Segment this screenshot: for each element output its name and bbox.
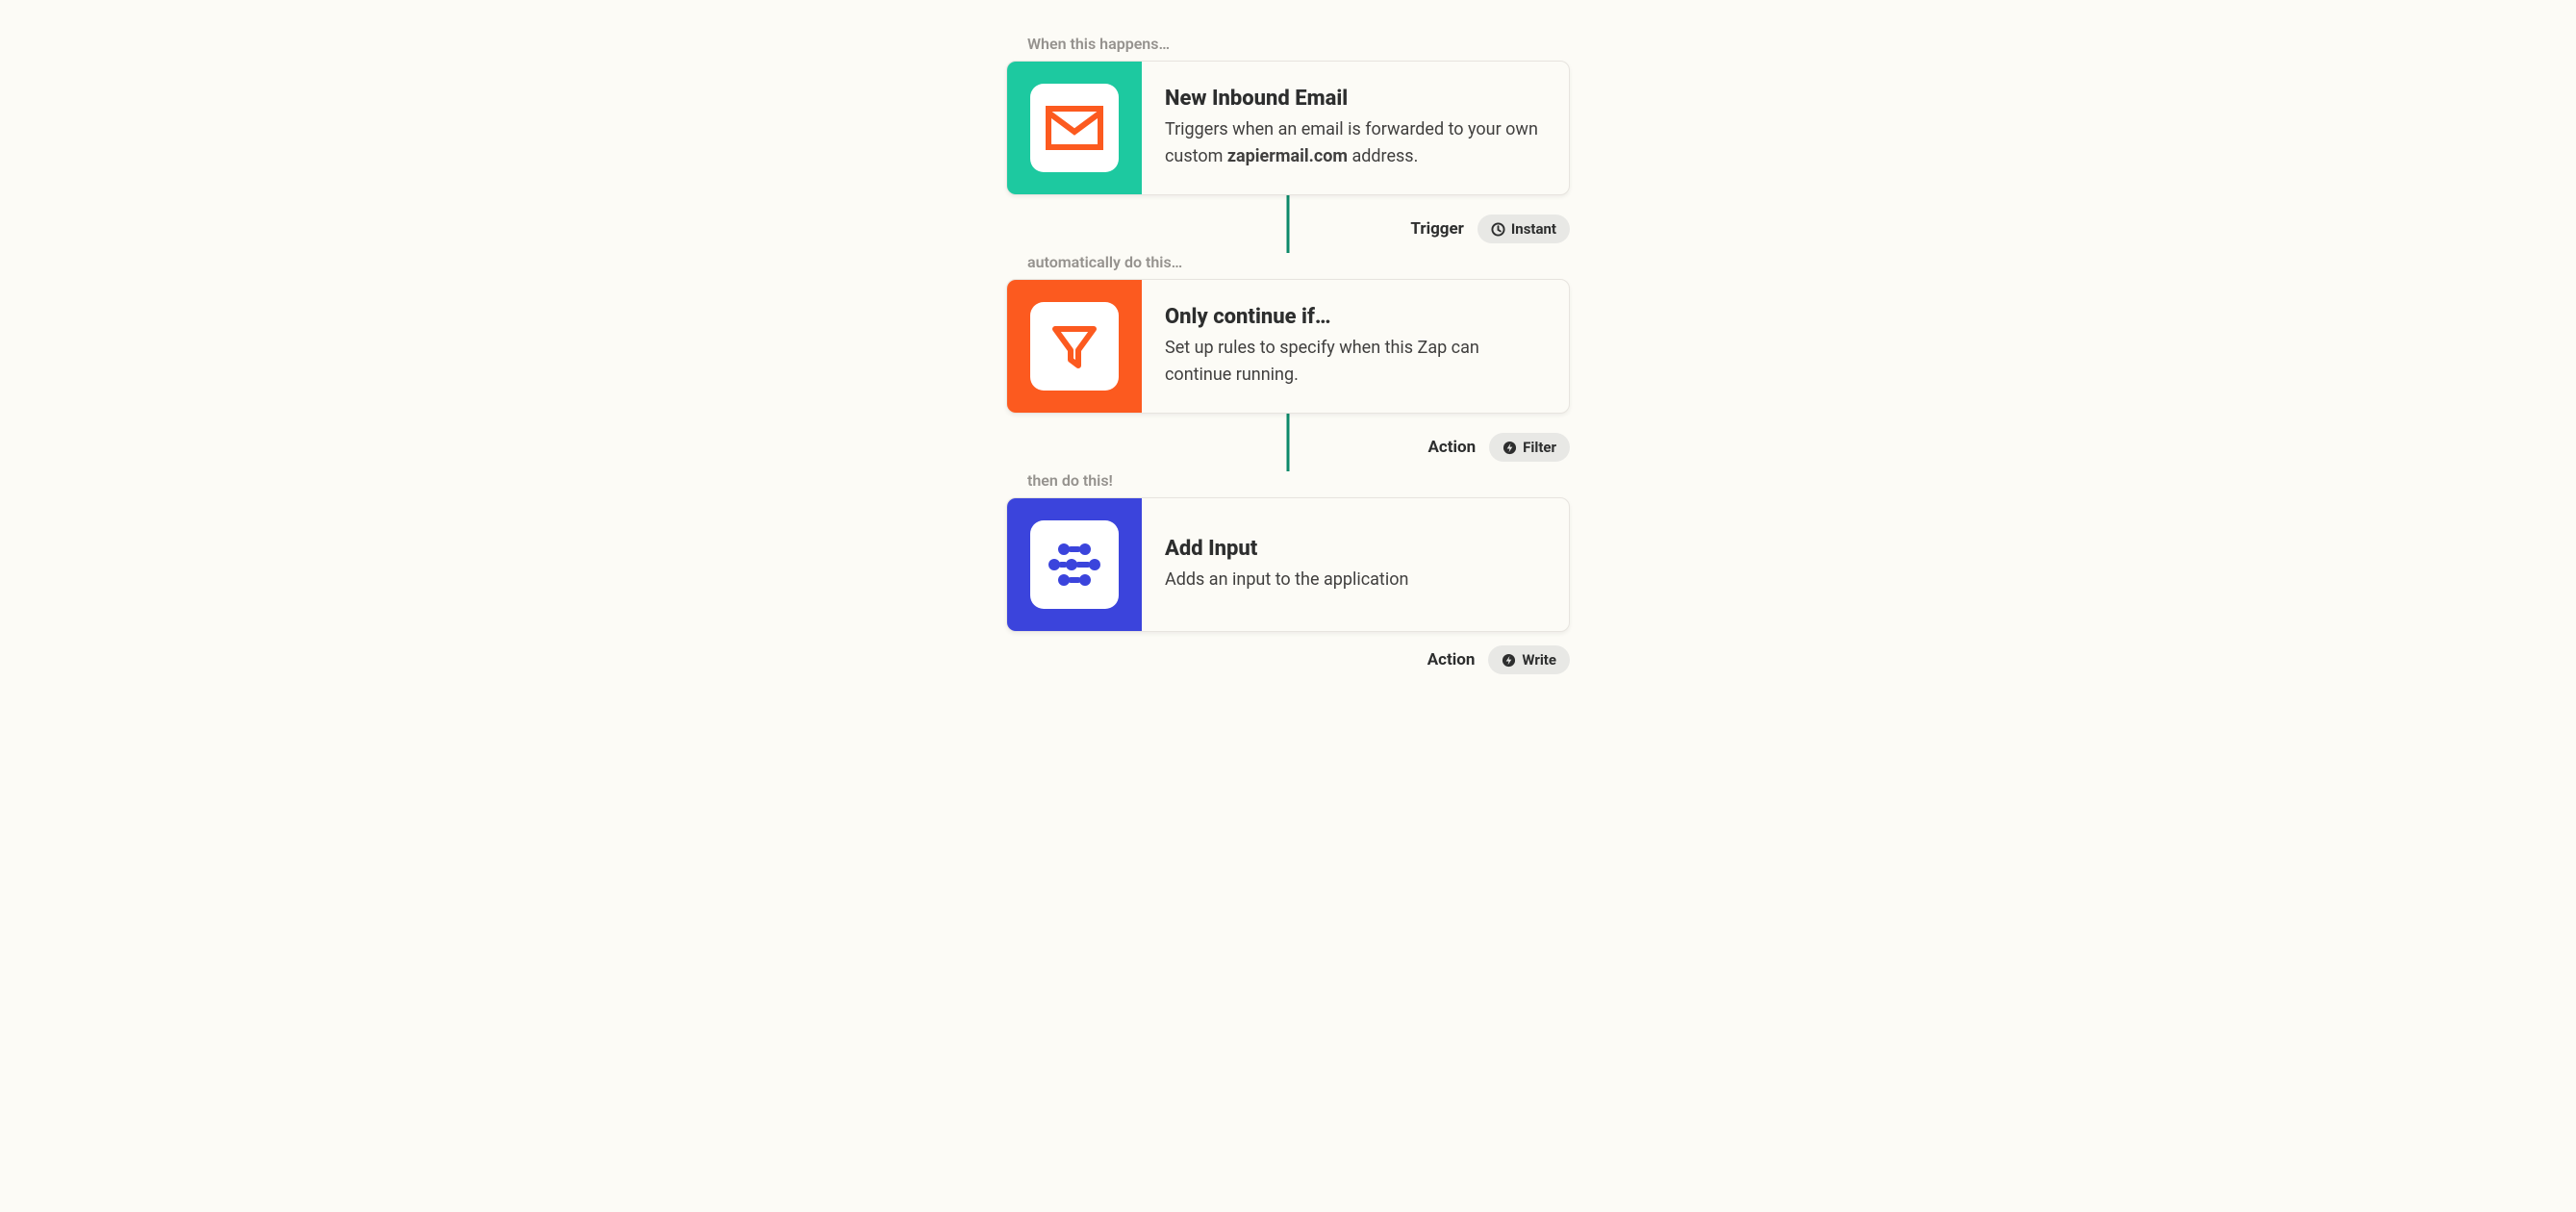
- connector-line: [1287, 414, 1290, 471]
- write-badge-text: Write: [1522, 651, 1556, 669]
- filter-badge: Filter: [1489, 433, 1570, 462]
- action-description: Adds an input to the application: [1165, 567, 1546, 593]
- action-meta: Action Write: [1006, 645, 1570, 674]
- instant-badge: Instant: [1477, 215, 1570, 243]
- clock-icon: [1491, 222, 1505, 237]
- trigger-icon-slot: [1007, 62, 1142, 194]
- trigger-description: Triggers when an email is forwarded to y…: [1165, 116, 1546, 170]
- connector-line: [1287, 195, 1290, 253]
- step-section-label: then do this!: [1027, 471, 1570, 490]
- trigger-title: New Inbound Email: [1165, 87, 1546, 111]
- nodes-icon: [1030, 520, 1119, 609]
- envelope-icon: [1030, 84, 1119, 172]
- instant-badge-text: Instant: [1511, 220, 1556, 238]
- trigger-meta-label: Trigger: [1410, 219, 1464, 239]
- trigger-card-body: New Inbound Email Triggers when an email…: [1142, 62, 1569, 194]
- connector: Trigger Instant: [1006, 195, 1570, 253]
- write-badge: Write: [1488, 645, 1570, 674]
- action-card[interactable]: Add Input Adds an input to the applicati…: [1006, 497, 1570, 632]
- step-section-label: automatically do this…: [1027, 253, 1570, 271]
- connector: Action Filter: [1006, 414, 1570, 471]
- zap-flow: When this happens… New Inbound Email Tri…: [1006, 35, 1570, 1177]
- step-section-label: When this happens…: [1027, 35, 1570, 53]
- action-title: Add Input: [1165, 537, 1546, 561]
- funnel-icon: [1030, 302, 1119, 391]
- action-card-body: Add Input Adds an input to the applicati…: [1142, 498, 1569, 631]
- trigger-card[interactable]: New Inbound Email Triggers when an email…: [1006, 61, 1570, 195]
- filter-meta-label: Action: [1428, 438, 1477, 457]
- bolt-icon: [1502, 653, 1516, 668]
- filter-title: Only continue if…: [1165, 305, 1546, 329]
- action-icon-slot: [1007, 498, 1142, 631]
- bolt-icon: [1503, 441, 1517, 455]
- filter-badge-text: Filter: [1523, 439, 1556, 456]
- filter-description: Set up rules to specify when this Zap ca…: [1165, 335, 1546, 389]
- filter-icon-slot: [1007, 280, 1142, 413]
- filter-card[interactable]: Only continue if… Set up rules to specif…: [1006, 279, 1570, 414]
- filter-card-body: Only continue if… Set up rules to specif…: [1142, 280, 1569, 413]
- action-meta-label: Action: [1427, 650, 1476, 669]
